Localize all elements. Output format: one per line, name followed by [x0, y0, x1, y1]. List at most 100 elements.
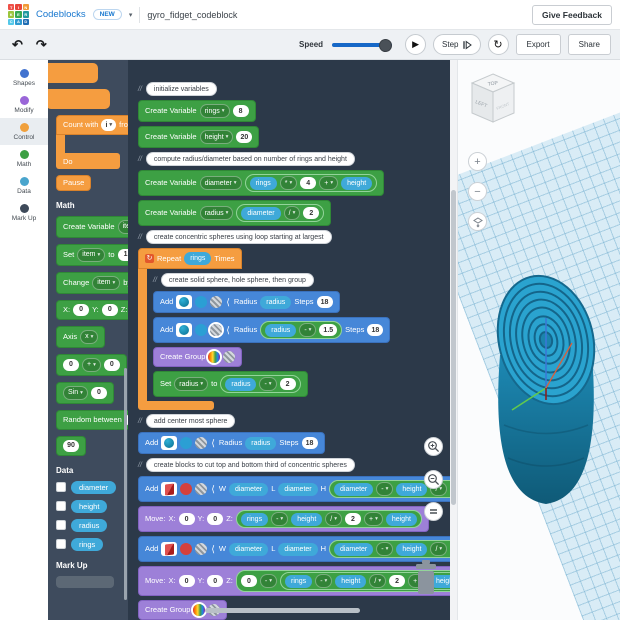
partial-block[interactable]: [48, 63, 98, 83]
dropdown[interactable]: item▾: [117, 219, 128, 234]
code-block[interactable]: Add ⟨ Radius radius Steps 18: [153, 291, 340, 313]
dropdown[interactable]: item▾: [92, 275, 121, 290]
variable-chip[interactable]: height: [396, 482, 428, 496]
tinkercad-logo-icon[interactable]: TINKERCAD: [8, 4, 29, 25]
sidebar-item-data[interactable]: Data: [0, 172, 48, 199]
sidebar-item-math[interactable]: Math: [0, 145, 48, 172]
code-block[interactable]: Create Variable diameter ▾ rings * ▾ 4 + ▾ height: [138, 170, 385, 196]
operator-dropdown[interactable]: - ▾: [376, 482, 394, 496]
code-block[interactable]: Add ⟨ Radius radius Steps 18: [138, 432, 325, 454]
code-block[interactable]: Set radius ▾ to radius - ▾ 2: [153, 371, 308, 397]
speed-slider-knob[interactable]: [379, 38, 393, 52]
variable-chip[interactable]: rings: [184, 252, 212, 265]
canvas-vscrollbar-thumb[interactable]: [451, 190, 456, 505]
canvas-vscrollbar[interactable]: [450, 60, 457, 620]
partial-block[interactable]: [56, 575, 114, 588]
checkbox[interactable]: [56, 520, 66, 530]
collapse-icon[interactable]: ⟨: [211, 484, 215, 495]
canvas-hscrollbar[interactable]: [205, 608, 360, 613]
checkbox[interactable]: [56, 501, 66, 511]
value-input[interactable]: 0: [63, 358, 79, 371]
collapse-icon[interactable]: ⟨: [226, 297, 230, 308]
undo-button[interactable]: ↶: [9, 38, 26, 51]
code-block[interactable]: X:0Y:0Z:0: [56, 299, 128, 320]
variable-chip[interactable]: rings: [249, 176, 277, 190]
variable-chip[interactable]: radius: [265, 323, 297, 337]
collapse-icon[interactable]: ⟨: [226, 325, 230, 336]
canvas-fit-view-button[interactable]: [424, 502, 443, 521]
comment-text[interactable]: create solid sphere, hole sphere, then g…: [160, 273, 314, 287]
operator-dropdown[interactable]: - ▾: [299, 323, 317, 337]
code-block[interactable]: Create Variable rings ▾ 8: [138, 100, 256, 122]
comment-text[interactable]: add center most sphere: [145, 414, 236, 428]
repeat-loop-block[interactable]: ↻ Repeat rings Times //create solid sphere, …: [138, 248, 391, 410]
partial-block[interactable]: [48, 89, 110, 109]
group-color-icon[interactable]: [193, 604, 206, 616]
loop-foot[interactable]: Do: [56, 153, 120, 169]
feedback-button[interactable]: Give Feedback: [531, 4, 612, 25]
operator-dropdown[interactable]: - ▾: [259, 574, 277, 588]
value-input[interactable]: 18: [301, 437, 318, 449]
code-block[interactable]: Create Variable radius ▾ diameter / ▾ 2: [138, 200, 332, 226]
dropdown[interactable]: item▾: [77, 247, 106, 262]
code-block[interactable]: Axis x ▾: [56, 325, 106, 348]
value-input[interactable]: 4: [300, 177, 317, 189]
variable-chip[interactable]: rings: [240, 512, 269, 526]
value-input[interactable]: 0: [178, 513, 195, 525]
checkbox[interactable]: [56, 539, 66, 549]
comment-text[interactable]: create blocks to cut top and bottom thir…: [145, 458, 355, 472]
code-block[interactable]: Add ⟨ Wdiameter Ldiameter Hdiameter - ▾ height /…: [138, 536, 450, 562]
value-input[interactable]: 0: [207, 513, 224, 525]
solid-color-icon[interactable]: [180, 437, 193, 449]
comment-text[interactable]: create concentric spheres using loop sta…: [145, 230, 332, 244]
value-input[interactable]: 18: [367, 324, 384, 336]
solid-color-icon[interactable]: [180, 543, 193, 555]
value-input[interactable]: 1.5: [319, 324, 338, 336]
code-block[interactable]: ↻ Repeat rings Times: [138, 248, 242, 269]
code-block[interactable]: Create Variable height ▾ 20: [138, 126, 260, 148]
operator-dropdown[interactable]: +▾: [319, 176, 339, 190]
shape-icon-sphere[interactable]: [176, 323, 193, 337]
palette-scrollbar[interactable]: [124, 368, 127, 600]
solid-color-icon[interactable]: [195, 296, 208, 308]
comment-block[interactable]: //create solid sphere, hole sphere, then…: [153, 273, 314, 287]
operator-dropdown[interactable]: / ▾: [283, 206, 301, 220]
dropdown[interactable]: x ▾: [80, 329, 99, 344]
operator-dropdown[interactable]: - ▾: [271, 512, 289, 526]
comment-text[interactable]: compute radius/diameter based on number …: [145, 152, 355, 166]
document-title[interactable]: gyro_fidget_codeblock: [147, 10, 237, 20]
canvas-zoom-out-button[interactable]: [424, 470, 443, 489]
share-button[interactable]: Share: [567, 34, 611, 55]
sidebar-item-modify[interactable]: Modify: [0, 91, 48, 118]
code-block[interactable]: Add ⟨ Wdiameter Ldiameter Hdiameter - ▾ height /…: [138, 476, 450, 502]
variable-chip[interactable]: diameter: [241, 206, 281, 220]
collapse-icon[interactable]: ⟨: [211, 544, 215, 555]
reset-button[interactable]: ↻: [487, 34, 509, 55]
shape-icon-sphere[interactable]: [161, 436, 178, 450]
operator-dropdown[interactable]: +▾: [82, 357, 101, 372]
hole-icon[interactable]: [195, 437, 208, 449]
value-input[interactable]: 1: [117, 248, 128, 261]
dropdown[interactable]: radius ▾: [199, 206, 234, 220]
viewport-zoom-out-button[interactable]: −: [468, 182, 487, 201]
comment-text[interactable]: initialize variables: [145, 82, 217, 96]
value-input[interactable]: 0: [73, 303, 90, 316]
value-input[interactable]: 0: [90, 386, 107, 399]
shape-icon-box[interactable]: [161, 482, 178, 496]
expression[interactable]: rings-▾height/▾2+▾height: [235, 510, 422, 528]
hole-icon[interactable]: [195, 543, 208, 555]
comment-block[interactable]: //add center most sphere: [138, 414, 236, 428]
code-block[interactable]: Random between0and10: [56, 409, 128, 430]
code-canvas[interactable]: //initialize variables Create Variable rin…: [128, 60, 450, 620]
code-block[interactable]: Add ⟨ Radius radius - ▾ 1.5 Steps 18: [153, 317, 391, 343]
code-block[interactable]: 90: [56, 435, 86, 456]
code-block[interactable]: Changeitem▾by1: [56, 271, 128, 294]
sidebar-item-control[interactable]: Control: [0, 118, 48, 145]
expression[interactable]: radius - ▾ 1.5: [260, 321, 343, 339]
speed-slider[interactable]: [332, 38, 393, 52]
loop-block[interactable]: Count withi▾from1to10Do: [56, 115, 128, 169]
version-dropdown-caret-icon[interactable]: ▾: [129, 11, 133, 19]
dropdown[interactable]: rings ▾: [199, 104, 230, 118]
variable-chip[interactable]: height: [335, 574, 367, 588]
operator-dropdown[interactable]: +▾: [363, 512, 383, 526]
